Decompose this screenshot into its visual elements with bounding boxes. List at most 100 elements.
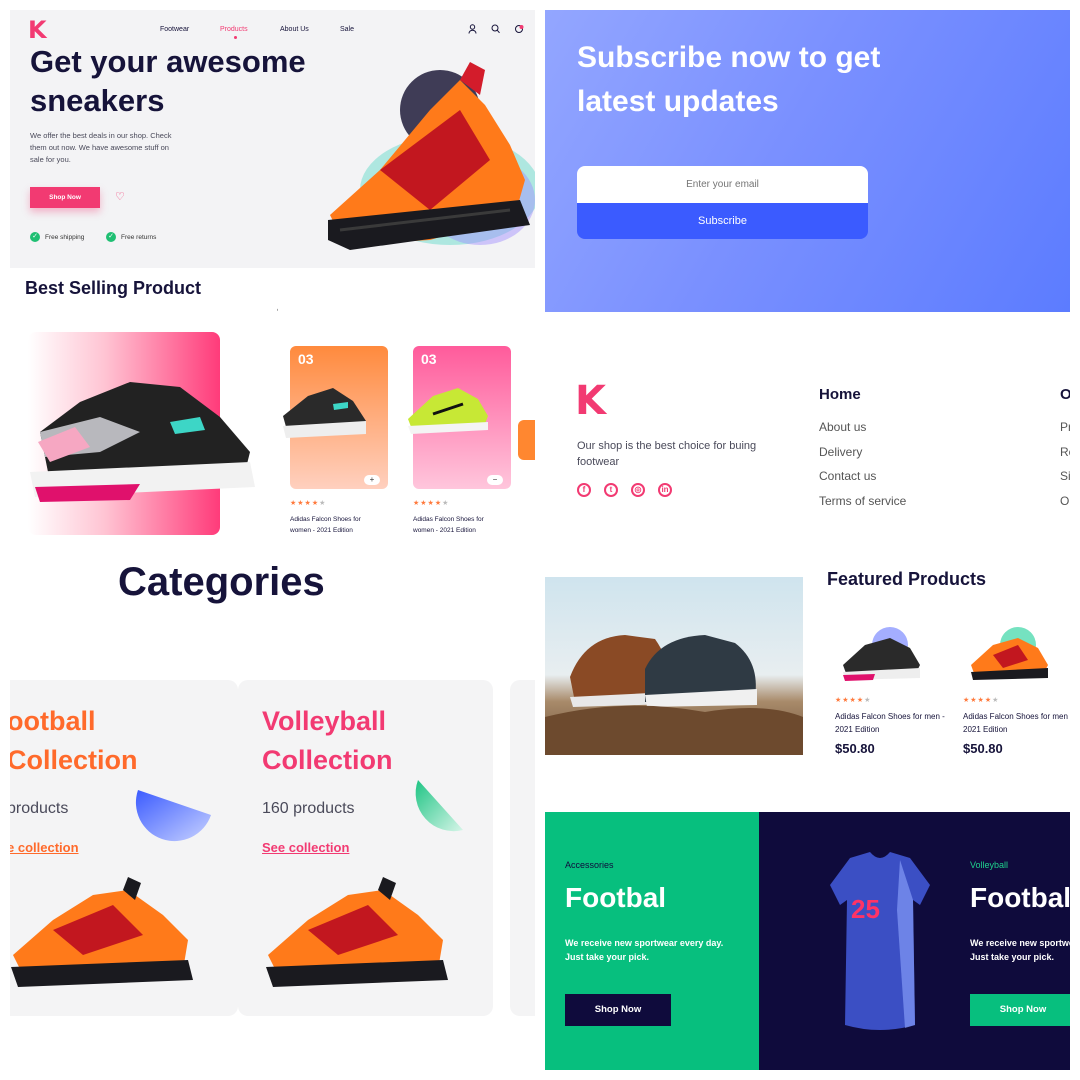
category-card-partial[interactable]	[510, 680, 535, 1016]
instagram-icon[interactable]: ◎	[631, 483, 645, 497]
promo-accessories: Accessories Footbal We receive new sport…	[545, 812, 759, 1070]
footer-link-delivery[interactable]: Delivery	[819, 445, 906, 470]
nav-about-us[interactable]: About Us	[280, 26, 340, 33]
promo-volleyball: 25 Volleyball Footbal We receive new spo…	[759, 812, 1070, 1070]
hero-headline: Get your awesome sneakers	[30, 44, 306, 118]
category-count: products	[10, 800, 69, 817]
see-collection-link[interactable]: See collection	[262, 840, 349, 855]
footer-link[interactable]: Si	[1060, 469, 1070, 494]
product-price: $50.80	[963, 741, 1003, 756]
product-name: Adidas Falcon Shoes for men - 2021 Editi…	[835, 712, 945, 734]
sneaker-image	[266, 877, 448, 987]
twitter-icon[interactable]: t	[604, 483, 618, 497]
footer-link-terms[interactable]: Terms of service	[819, 494, 906, 519]
subscribe-button[interactable]: Subscribe	[577, 203, 868, 239]
footer-link[interactable]: Pr	[1060, 420, 1070, 445]
promo-tag: Volleyball	[970, 860, 1009, 870]
main-nav: Footwear Products About Us Sale	[160, 26, 400, 39]
search-icon[interactable]	[491, 24, 500, 37]
product-image	[835, 620, 925, 690]
product-image	[963, 620, 1053, 690]
decorative-semicircle	[415, 780, 463, 832]
brand-logo[interactable]: K	[575, 378, 606, 424]
section-title: Featured Products	[827, 569, 987, 589]
volleyball-jersey-image: 25	[830, 852, 930, 1030]
shop-now-button[interactable]: Shop Now	[970, 994, 1070, 1026]
facebook-icon[interactable]: f	[577, 483, 591, 497]
free-returns-feature: ✓ Free returns	[106, 232, 156, 242]
subscribe-headline: Subscribe now to get latest updates	[577, 41, 881, 118]
see-collection-link[interactable]: e collection	[10, 840, 79, 855]
next-product-card-partial[interactable]	[518, 420, 535, 460]
nav-sale[interactable]: Sale	[340, 26, 400, 33]
product-price: $50.80	[835, 741, 875, 756]
categories-section: Categories ootball Collection products e…	[10, 548, 535, 1020]
category-card-volleyball[interactable]: Volleyball Collection 160 products See c…	[238, 680, 493, 1016]
sneaker-image	[30, 382, 255, 502]
sneaker-image	[283, 388, 366, 438]
feature-label: Free shipping	[45, 233, 85, 241]
product-name: Adidas Falcon Shoes for women - 2021 Edi…	[290, 516, 361, 534]
shoes-photo	[545, 577, 803, 755]
rating-stars: ★★★★★	[290, 500, 327, 507]
rating-stars: ★★★★★	[835, 697, 872, 704]
category-count: 160 products	[262, 800, 355, 817]
footer-link[interactable]: O	[1060, 494, 1070, 519]
section-title: Categories	[118, 560, 325, 604]
product-name: Adidas Falcon Shoes for men - 2021 Editi…	[963, 712, 1070, 734]
category-card-football[interactable]: ootball Collection products e collection	[10, 680, 238, 1016]
footer-column-title-2: O	[1060, 386, 1070, 403]
shoes-on-rock-image	[545, 635, 803, 755]
linkedin-icon[interactable]: in	[658, 483, 672, 497]
social-links: f t ◎ in	[577, 483, 672, 497]
cart-icon[interactable]	[514, 24, 524, 37]
product-card[interactable]: 03 +	[283, 346, 388, 489]
featured-product-card[interactable]: ★★★★★ Adidas Falcon Shoes for men - 2021…	[963, 620, 1070, 756]
product-card[interactable]: 03 −	[408, 346, 511, 489]
user-icon[interactable]	[468, 24, 477, 37]
footer-section: K Our shop is the best choice for buing …	[545, 320, 1070, 550]
shop-now-button[interactable]: Shop Now	[30, 187, 100, 208]
promo-text: We receive new sportwear every day. Just…	[565, 938, 724, 962]
nav-footwear[interactable]: Footwear	[160, 26, 220, 33]
best-selling-section: Best Selling Product ᵗ 03 + 03 − ★★★★★ ★…	[10, 270, 535, 540]
hero-description: We offer the best deals in our shop. Che…	[30, 131, 172, 164]
featured-product-card[interactable]	[28, 332, 255, 535]
card-number: 03	[421, 351, 437, 367]
heart-icon[interactable]: ♡	[115, 190, 125, 203]
category-title: ootball Collection	[10, 706, 138, 775]
footer-link-about-us[interactable]: About us	[819, 420, 906, 445]
product-name: Adidas Falcon Shoes for women - 2021 Edi…	[413, 516, 484, 534]
hero-section: K Footwear Products About Us Sale Get yo…	[10, 10, 535, 268]
footer-link[interactable]: Re	[1060, 445, 1070, 470]
check-icon: ✓	[106, 232, 116, 242]
check-icon: ✓	[30, 232, 40, 242]
footer-about-text: Our shop is the best choice for buing fo…	[577, 440, 757, 468]
rating-stars: ★★★★★	[963, 697, 1000, 704]
svg-text:25: 25	[851, 894, 880, 924]
section-title: Best Selling Product	[25, 278, 202, 298]
footer-links-2: Pr Re Si O	[1060, 420, 1070, 518]
email-input[interactable]	[577, 166, 868, 203]
category-title: Volleyball Collection	[262, 706, 393, 775]
stray-text-fragment: ᵗ	[277, 308, 279, 314]
card-number: 03	[298, 351, 314, 367]
featured-section: Featured Products ★★★★★ Adidas Falcon Sh…	[545, 565, 1070, 800]
decorative-semicircle	[135, 790, 211, 842]
featured-product-card[interactable]: ★★★★★ Adidas Falcon Shoes for men - 2021…	[835, 620, 945, 756]
feature-label: Free returns	[121, 233, 157, 241]
footer-column-title: Home	[819, 386, 861, 403]
promo-title: Footbal	[970, 882, 1070, 913]
brand-logo[interactable]: K	[28, 16, 47, 44]
nav-products[interactable]: Products	[220, 26, 280, 39]
free-shipping-feature: ✓ Free shipping	[30, 232, 84, 242]
shop-now-button[interactable]: Shop Now	[565, 994, 671, 1026]
footer-link-contact-us[interactable]: Contact us	[819, 469, 906, 494]
add-to-cart-button[interactable]: +	[364, 475, 380, 485]
hero-sneaker-image	[328, 62, 535, 250]
promo-text: We receive new sportwear every day. Just…	[970, 938, 1070, 962]
sneaker-image	[11, 877, 193, 987]
remove-button[interactable]: −	[487, 475, 503, 485]
subscribe-section: Subscribe now to get latest updates Subs…	[545, 10, 1070, 312]
header-icons	[468, 24, 524, 37]
